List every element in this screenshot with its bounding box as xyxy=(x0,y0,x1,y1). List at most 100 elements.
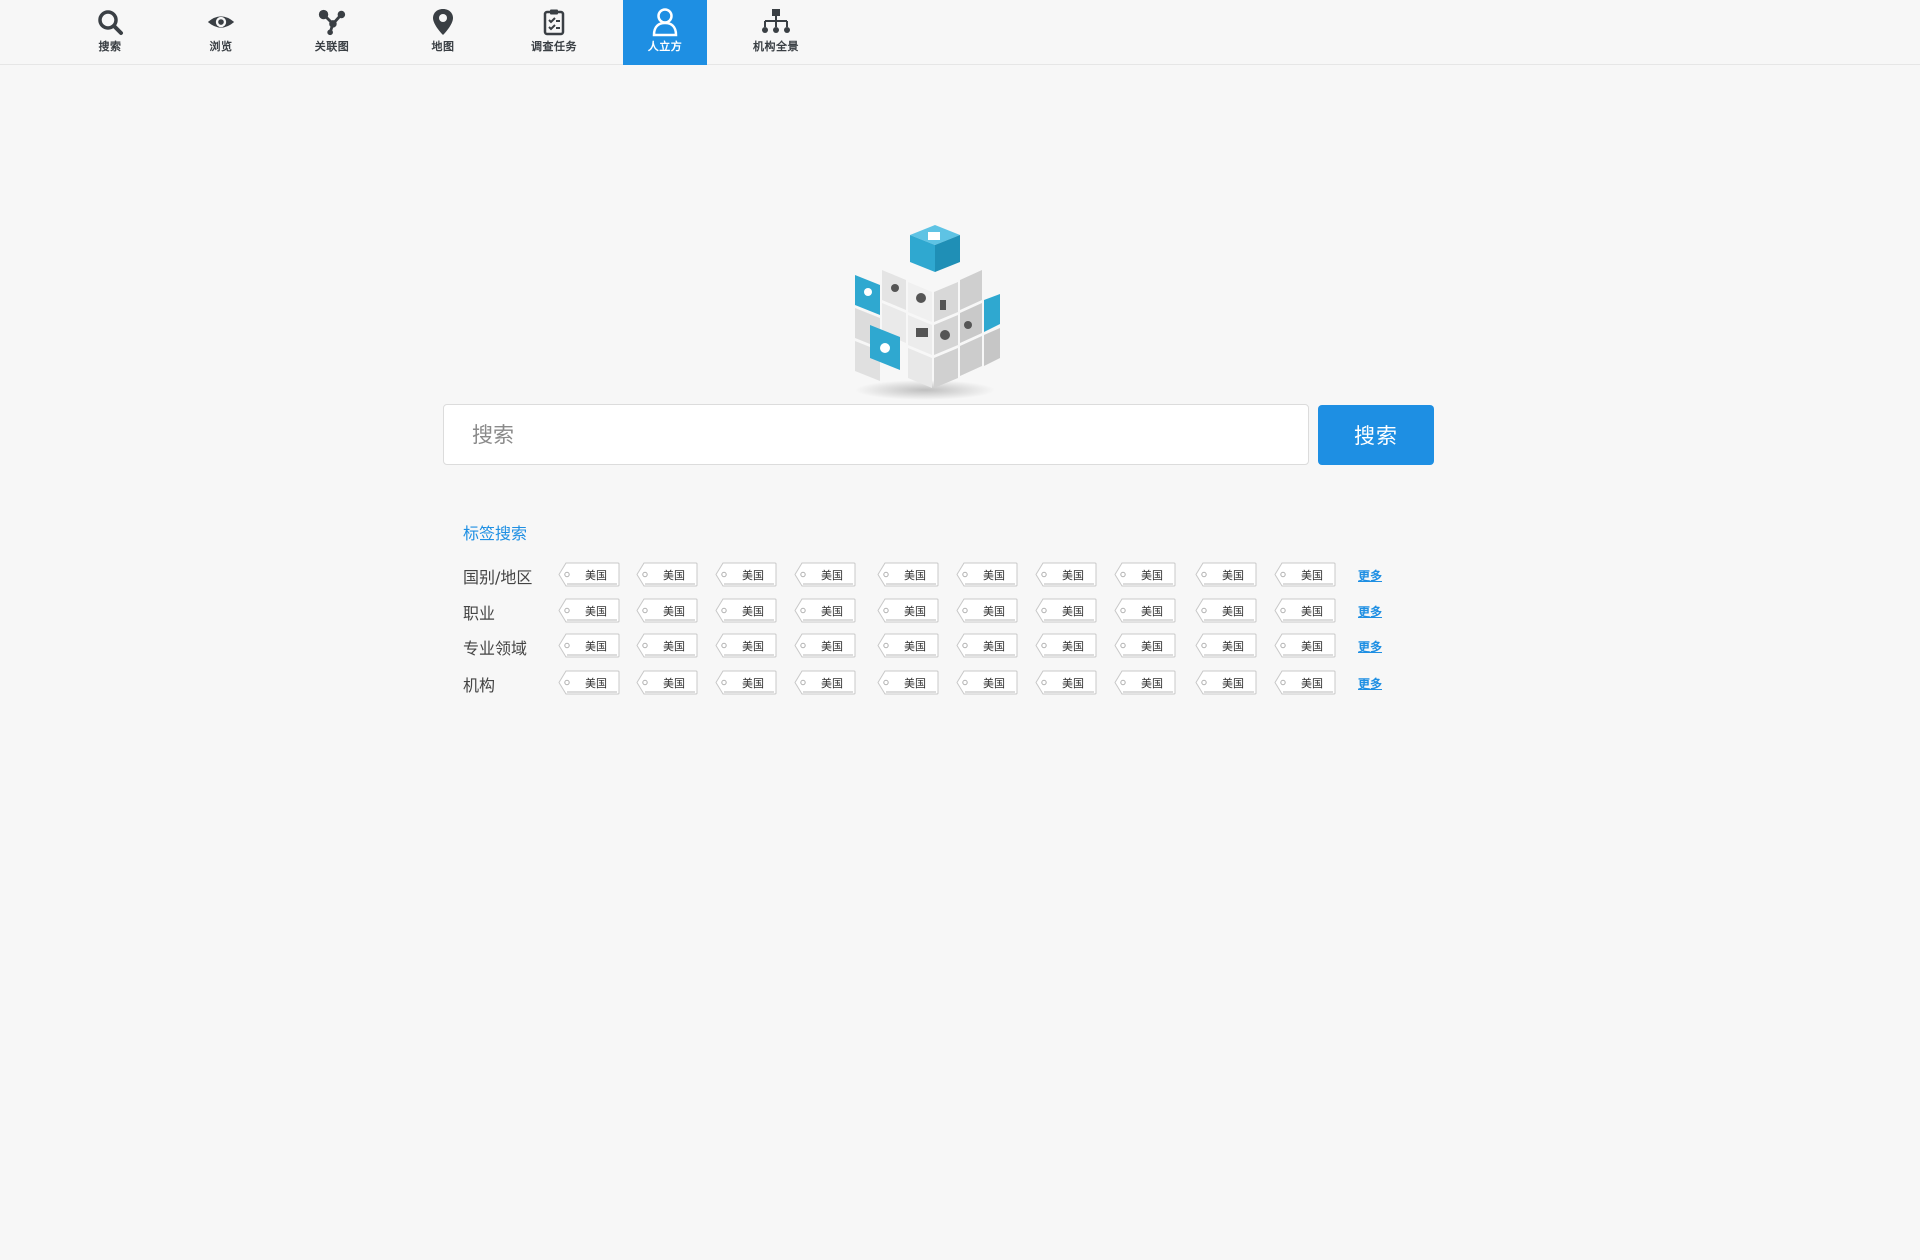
tag-chip[interactable]: 美国 xyxy=(715,598,777,623)
tag-chip[interactable]: 美国 xyxy=(636,670,698,695)
tag-chip[interactable]: 美国 xyxy=(1274,633,1336,658)
tag-label: 美国 xyxy=(821,605,843,618)
tag-chip[interactable]: 美国 xyxy=(636,562,698,587)
tag-chip[interactable]: 美国 xyxy=(956,670,1018,695)
more-link[interactable]: 更多 xyxy=(1358,603,1382,620)
tag-label: 美国 xyxy=(1062,640,1084,653)
tag-chip[interactable]: 美国 xyxy=(715,633,777,658)
tag-chip[interactable]: 美国 xyxy=(1035,562,1097,587)
tag-label: 美国 xyxy=(1222,605,1244,618)
tag-chip[interactable]: 美国 xyxy=(1114,598,1176,623)
tag-chip[interactable]: 美国 xyxy=(877,598,939,623)
tag-chip[interactable]: 美国 xyxy=(1114,670,1176,695)
tag-chip[interactable]: 美国 xyxy=(1274,670,1336,695)
tag-chip[interactable]: 美国 xyxy=(558,598,620,623)
nav-item-graph[interactable]: 关联图 xyxy=(290,0,374,65)
tag-label: 美国 xyxy=(1062,569,1084,582)
tag-chip[interactable]: 美国 xyxy=(877,670,939,695)
tag-label: 美国 xyxy=(904,569,926,582)
tag-row: 机构 美国 美国 美国 美国 美国 美国 美国 美国 美国 美国 更多 xyxy=(463,668,1463,696)
tag-row: 国别/地区 美国 美国 美国 美国 美国 美国 美国 美国 美国 美国 更多 xyxy=(463,560,1463,588)
tag-label: 美国 xyxy=(983,605,1005,618)
tag-chip[interactable]: 美国 xyxy=(794,562,856,587)
tag-label: 美国 xyxy=(1301,569,1323,582)
more-link[interactable]: 更多 xyxy=(1358,567,1382,584)
tag-row-label: 职业 xyxy=(463,604,496,623)
person-icon xyxy=(650,8,680,37)
tag-chip[interactable]: 美国 xyxy=(1035,598,1097,623)
tag-label: 美国 xyxy=(1301,640,1323,653)
nav-label: 关联图 xyxy=(314,40,350,53)
org-chart-icon xyxy=(761,8,791,36)
nav-item-investigation[interactable]: 调查任务 xyxy=(512,0,596,65)
tag-chip[interactable]: 美国 xyxy=(794,633,856,658)
tag-label: 美国 xyxy=(1141,677,1163,690)
map-pin-icon xyxy=(428,8,458,36)
search-icon xyxy=(95,8,125,36)
tag-chip[interactable]: 美国 xyxy=(1195,670,1257,695)
nav-item-search[interactable]: 搜索 xyxy=(68,0,152,65)
tag-label: 美国 xyxy=(821,569,843,582)
tag-chip[interactable]: 美国 xyxy=(636,598,698,623)
tag-label: 美国 xyxy=(1301,677,1323,690)
tag-chip[interactable]: 美国 xyxy=(1195,598,1257,623)
tag-label: 美国 xyxy=(983,640,1005,653)
nav-item-org-panorama[interactable]: 机构全景 xyxy=(734,0,818,65)
tag-chip[interactable]: 美国 xyxy=(1035,670,1097,695)
tag-chip[interactable]: 美国 xyxy=(636,633,698,658)
tag-label: 美国 xyxy=(1141,640,1163,653)
tag-chip[interactable]: 美国 xyxy=(956,598,1018,623)
search-input[interactable] xyxy=(443,404,1309,465)
tag-chip[interactable]: 美国 xyxy=(1114,562,1176,587)
tag-chip[interactable]: 美国 xyxy=(877,562,939,587)
nav-label: 搜索 xyxy=(98,40,122,53)
tag-row: 专业领域 美国 美国 美国 美国 美国 美国 美国 美国 美国 美国 更多 xyxy=(463,631,1463,659)
tag-chip[interactable]: 美国 xyxy=(1195,562,1257,587)
tag-label: 美国 xyxy=(1222,569,1244,582)
tag-label: 美国 xyxy=(663,605,685,618)
tag-chip[interactable]: 美国 xyxy=(794,598,856,623)
tag-chip[interactable]: 美国 xyxy=(956,562,1018,587)
tag-chip[interactable]: 美国 xyxy=(558,562,620,587)
tag-label: 美国 xyxy=(983,569,1005,582)
tag-label: 美国 xyxy=(1141,605,1163,618)
tag-chip[interactable]: 美国 xyxy=(877,633,939,658)
tag-chip[interactable]: 美国 xyxy=(1195,633,1257,658)
nav-item-map[interactable]: 地图 xyxy=(401,0,485,65)
graph-icon xyxy=(317,8,347,36)
tag-label: 美国 xyxy=(1062,677,1084,690)
tag-label: 美国 xyxy=(663,677,685,690)
tag-label: 美国 xyxy=(1222,677,1244,690)
tag-label: 美国 xyxy=(983,677,1005,690)
tag-chip[interactable]: 美国 xyxy=(956,633,1018,658)
tag-row-label: 机构 xyxy=(463,676,496,695)
tag-chip[interactable]: 美国 xyxy=(1274,562,1336,587)
tag-label: 美国 xyxy=(821,677,843,690)
eye-icon xyxy=(206,8,236,36)
tag-chip[interactable]: 美国 xyxy=(715,670,777,695)
nav-label: 调查任务 xyxy=(531,40,577,53)
tag-label: 美国 xyxy=(663,569,685,582)
tag-label: 美国 xyxy=(1301,605,1323,618)
more-link[interactable]: 更多 xyxy=(1358,675,1382,692)
tag-chip[interactable]: 美国 xyxy=(558,633,620,658)
search-button[interactable]: 搜索 xyxy=(1318,405,1434,465)
tag-label: 美国 xyxy=(742,569,764,582)
nav-item-person-cube[interactable]: 人立方 xyxy=(623,0,707,65)
nav-label: 浏览 xyxy=(209,40,233,53)
tag-label: 美国 xyxy=(904,605,926,618)
tag-row-label: 国别/地区 xyxy=(463,568,533,587)
tag-chip[interactable]: 美国 xyxy=(1035,633,1097,658)
tag-label: 美国 xyxy=(821,640,843,653)
nav-item-browse[interactable]: 浏览 xyxy=(179,0,263,65)
more-link[interactable]: 更多 xyxy=(1358,638,1382,655)
tag-chip[interactable]: 美国 xyxy=(558,670,620,695)
tag-row-label: 专业领域 xyxy=(463,639,528,658)
tag-chip[interactable]: 美国 xyxy=(1114,633,1176,658)
nav-label: 人立方 xyxy=(647,40,683,53)
tag-chip[interactable]: 美国 xyxy=(1274,598,1336,623)
tag-chip[interactable]: 美国 xyxy=(715,562,777,587)
tag-row: 职业 美国 美国 美国 美国 美国 美国 美国 美国 美国 美国 更多 xyxy=(463,596,1463,624)
tag-chip[interactable]: 美国 xyxy=(794,670,856,695)
cube-logo xyxy=(840,220,1010,405)
